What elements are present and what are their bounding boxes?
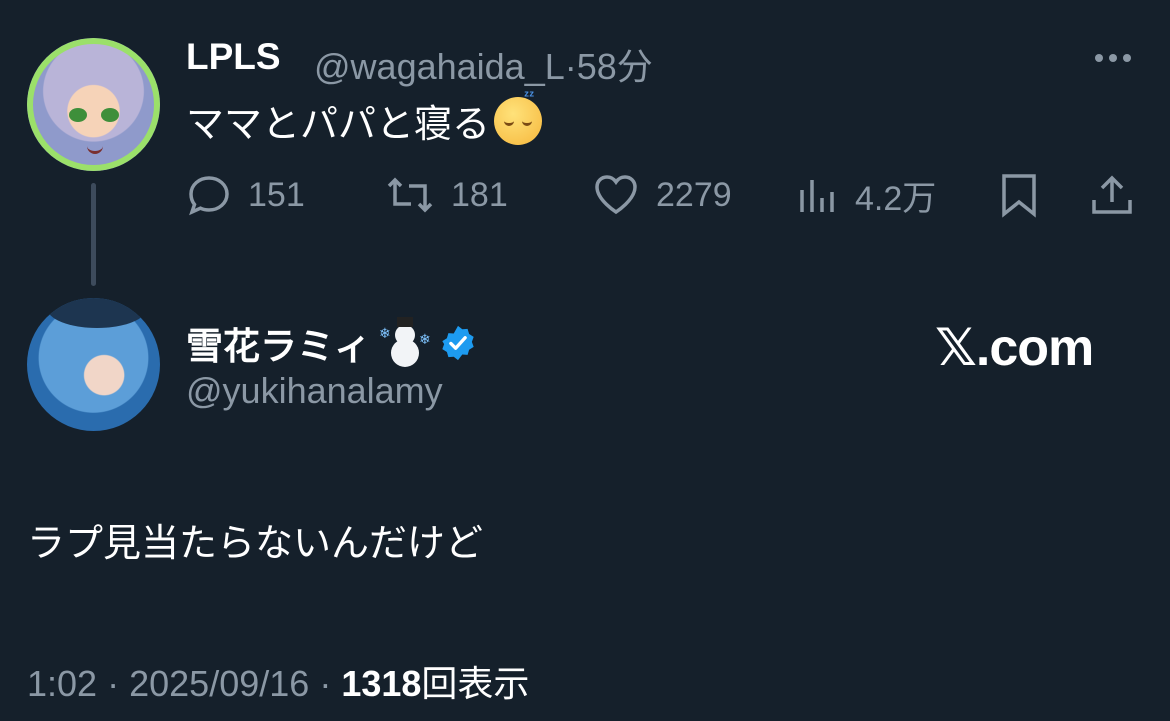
time-separator: ·	[564, 46, 577, 87]
bar-chart-icon	[800, 180, 834, 212]
meta-separator: ·	[107, 663, 120, 704]
x-com-logo: 𝕏.com	[935, 319, 1094, 377]
main-display-name[interactable]: 雪花ラミィ	[186, 316, 371, 370]
parent-display-name[interactable]: LPLS	[186, 36, 281, 78]
retweet-icon	[387, 177, 433, 213]
views-button[interactable]: 4.2万	[797, 172, 936, 218]
parent-text-body: ママとパパと寝る	[186, 104, 491, 146]
bookmark-icon	[1002, 174, 1036, 218]
thread-line	[91, 183, 96, 286]
reply-icon	[189, 176, 229, 216]
like-count: 2279	[656, 175, 732, 214]
main-handle[interactable]: @yukihanalamy	[186, 370, 443, 412]
sleeping-face-icon: ᶻᶻ	[494, 87, 543, 145]
tweet-time[interactable]: 1:02	[27, 663, 97, 704]
meta-separator: ·	[319, 663, 332, 704]
like-button[interactable]: 2279	[592, 172, 732, 218]
tweet-date[interactable]: 2025/09/16	[129, 663, 309, 704]
parent-handle[interactable]: @wagahaida_L	[314, 46, 565, 87]
parent-avatar[interactable]	[27, 38, 160, 171]
main-tweet-text: ラプ見当たらないんだけど	[27, 523, 484, 565]
main-display-name-row[interactable]: 雪花ラミィ ❄ ❄	[186, 316, 477, 370]
reply-button[interactable]: 151	[186, 172, 305, 218]
retweet-count: 181	[451, 175, 508, 214]
parent-tweet-text: ママとパパと寝る ᶻᶻ	[186, 87, 543, 148]
avatar-eye	[69, 108, 87, 122]
main-avatar[interactable]	[27, 298, 160, 431]
heart-icon	[595, 175, 637, 215]
view-label: 回表示	[421, 663, 530, 704]
reply-count: 151	[248, 175, 305, 214]
avatar-eye	[101, 108, 119, 122]
retweet-button[interactable]: 181	[385, 172, 508, 218]
snowman-icon: ❄ ❄	[379, 317, 431, 369]
parent-time[interactable]: 58分	[577, 46, 653, 87]
avatar-hat	[47, 298, 147, 328]
views-count: 4.2万	[855, 179, 937, 218]
parent-handle-time[interactable]: @wagahaida_L·58分	[314, 38, 653, 90]
bookmark-button[interactable]	[998, 172, 1040, 218]
share-button[interactable]	[1089, 172, 1135, 218]
tweet-meta: 1:02 · 2025/09/16 · 1318回表示	[27, 655, 529, 707]
verified-badge-icon[interactable]	[439, 324, 477, 362]
share-icon	[1092, 175, 1132, 214]
more-options-icon[interactable]	[1095, 48, 1141, 68]
view-count: 1318	[341, 663, 422, 704]
